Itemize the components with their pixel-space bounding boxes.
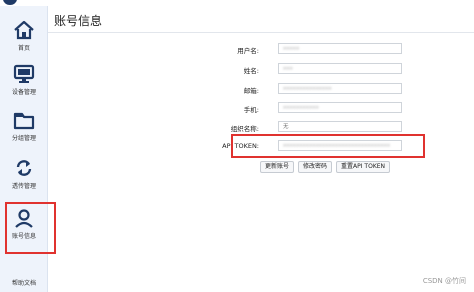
sidebar-item-label: 透传管理 xyxy=(11,183,36,190)
home-icon xyxy=(13,20,35,40)
organization-field[interactable]: 无 xyxy=(278,121,402,132)
organization-value: 无 xyxy=(283,124,289,130)
name-field[interactable]: ••• xyxy=(278,63,402,74)
api-token-highlight xyxy=(231,134,425,158)
help-docs-link[interactable]: 帮助文档 xyxy=(0,278,48,287)
sidebar-item-label: 设备管理 xyxy=(11,89,36,96)
action-buttons: 更新账号 修改密码 重置API TOKEN xyxy=(260,161,391,173)
username-label: 用户名: xyxy=(237,47,259,55)
sidebar-item-label: 首页 xyxy=(17,45,30,52)
form-row-organization: 组织名称: 无 xyxy=(48,121,474,135)
phone-label: 手机: xyxy=(243,106,259,114)
organization-label: 组织名称: xyxy=(230,125,259,133)
name-label: 姓名: xyxy=(243,67,259,75)
form-row-username: 用户名: ••••• xyxy=(48,43,474,57)
email-value: ••••••••••••••• xyxy=(283,86,332,92)
phone-value: ••••••••••• xyxy=(283,105,319,111)
form-row-phone: 手机: ••••••••••• xyxy=(48,102,474,116)
username-field[interactable]: ••••• xyxy=(278,43,402,54)
reset-api-token-button[interactable]: 重置API TOKEN xyxy=(336,161,391,173)
sidebar-item-label: 分组管理 xyxy=(11,135,36,142)
phone-field[interactable]: ••••••••••• xyxy=(278,102,402,113)
name-value: ••• xyxy=(283,66,293,72)
sidebar-item-devices[interactable]: 设备管理 xyxy=(0,64,48,96)
form-row-name: 姓名: ••• xyxy=(48,63,474,77)
username-value: ••••• xyxy=(283,46,300,52)
folder-icon xyxy=(13,110,35,130)
form-row-email: 邮箱: ••••••••••••••• xyxy=(48,83,474,97)
app-logo xyxy=(3,0,17,5)
watermark: CSDN @竹间 xyxy=(422,277,466,285)
app-root: 首页 设备管理 分组管理 透传管理 账号信息 帮助文档 账号信息 用户名: ••… xyxy=(0,0,474,292)
email-label: 邮箱: xyxy=(243,87,259,95)
sync-icon xyxy=(13,158,35,178)
sidebar-item-passthrough[interactable]: 透传管理 xyxy=(0,158,48,190)
sidebar: 首页 设备管理 分组管理 透传管理 账号信息 帮助文档 xyxy=(0,6,56,292)
update-account-button[interactable]: 更新账号 xyxy=(260,161,295,173)
sidebar-item-home[interactable]: 首页 xyxy=(0,20,48,52)
main-content: 账号信息 用户名: ••••• 姓名: ••• 邮箱: ••••••••••••… xyxy=(48,6,474,292)
change-password-button[interactable]: 修改密码 xyxy=(298,161,333,173)
title-divider xyxy=(48,32,474,33)
email-field[interactable]: ••••••••••••••• xyxy=(278,83,402,94)
page-title: 账号信息 xyxy=(54,14,103,28)
sidebar-item-groups[interactable]: 分组管理 xyxy=(0,110,48,142)
monitor-icon xyxy=(13,64,35,84)
